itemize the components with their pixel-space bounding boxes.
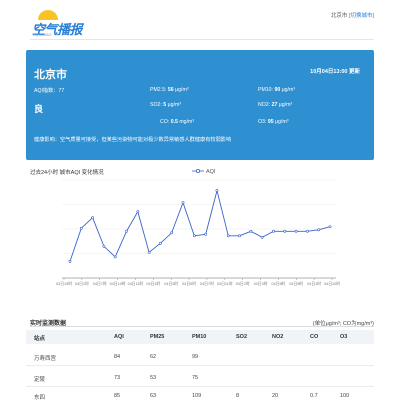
aqi-series-line xyxy=(69,190,331,262)
aqi-data-point[interactable] xyxy=(192,234,196,238)
aqi-data-point[interactable] xyxy=(68,260,72,263)
column-header[interactable]: O3 xyxy=(340,334,347,340)
update-time: 10月04日13:00 更新 xyxy=(310,69,360,75)
column-header[interactable]: PM25 xyxy=(150,334,164,340)
column-header[interactable]: PM10 xyxy=(192,334,206,340)
air-quality-level: 良 xyxy=(34,104,44,114)
co-value: CO: 0.5 mg/m³ xyxy=(160,119,195,125)
x-tick-label: 04日5时 xyxy=(271,281,285,286)
legend-marker xyxy=(195,168,200,173)
current-city: 北京市 xyxy=(330,13,348,19)
aqi-data-point[interactable] xyxy=(147,250,151,254)
city-switcher: 北京市 [切换城市] xyxy=(331,11,374,19)
site-logo[interactable]: 空气播报 KQ BOBAO xyxy=(30,10,83,40)
station-name: 东四 xyxy=(34,395,46,400)
table-title-divider xyxy=(30,326,374,327)
x-tick-label: 04日5时 xyxy=(182,281,196,286)
logo-subtext: KQ BOBAO xyxy=(33,33,52,37)
table-cell: 62 xyxy=(150,354,157,360)
aqi-data-point[interactable] xyxy=(113,255,117,259)
so2-value: SO2: 5 μg/m³ xyxy=(150,102,181,108)
header-divider xyxy=(30,39,374,40)
table-cell: 63 xyxy=(150,393,157,399)
row-divider xyxy=(26,365,374,366)
aqi-data-point[interactable] xyxy=(102,244,106,248)
aqi-summary-card: 北京市 10月04日13:00 更新 AQI指数：77 良 PM2.5: 56 … xyxy=(26,50,374,160)
aqi-data-point[interactable] xyxy=(305,229,309,233)
aqi-data-point[interactable] xyxy=(226,234,230,238)
aqi-data-point[interactable] xyxy=(294,229,298,233)
station-name: 定陵 xyxy=(34,377,46,383)
column-header[interactable]: AQI xyxy=(114,334,124,340)
legend-label[interactable]: AQI xyxy=(206,169,216,175)
pm10-value: PM10: 90 μg/m³ xyxy=(258,87,296,93)
aqi-data-point[interactable] xyxy=(283,229,287,233)
aqi-data-point[interactable] xyxy=(238,234,241,238)
aqi-data-point[interactable] xyxy=(260,235,264,239)
x-tick-label: 04日1时 xyxy=(146,281,160,286)
aqi-data-point[interactable] xyxy=(328,225,332,229)
aqi-data-point[interactable] xyxy=(181,201,185,205)
x-tick-label: 04日8时 xyxy=(289,281,303,286)
aqi-data-point[interactable] xyxy=(79,226,83,230)
x-tick-label: 04日10时 xyxy=(110,281,126,286)
aqi-data-point[interactable] xyxy=(317,228,321,232)
health-impact: 健康影响：空气质量可接受，但某些污染物可能对极少数异常敏感人群健康有较弱影响 xyxy=(34,137,232,143)
x-tick-label: 04日11时 xyxy=(128,281,144,286)
aqi-data-point[interactable] xyxy=(272,229,275,233)
aqi-data-point[interactable] xyxy=(136,210,140,214)
aqi-data-point[interactable] xyxy=(91,216,95,220)
x-tick-label: 04日3时 xyxy=(164,281,178,286)
x-tick-label: 04日2时 xyxy=(236,281,250,286)
aqi-data-point[interactable] xyxy=(215,189,219,192)
aqi-data-point[interactable] xyxy=(159,241,162,245)
aqi-data-point[interactable] xyxy=(125,229,128,233)
switch-city-link[interactable]: [切换城市] xyxy=(349,13,374,19)
table-cell: 0.7 xyxy=(310,393,318,399)
x-tick-label: 03日19时 xyxy=(56,281,72,286)
column-header[interactable]: NO2 xyxy=(272,334,283,340)
table-cell: 85 xyxy=(114,393,121,399)
column-header[interactable]: CO xyxy=(310,334,318,340)
card-city-name: 北京市 xyxy=(34,69,67,81)
x-tick-label: 04日11时 xyxy=(217,281,233,286)
aqi-data-point[interactable] xyxy=(204,232,208,236)
o3-value: O3: 95 μg/m³ xyxy=(258,119,289,125)
column-header[interactable]: SO2 xyxy=(236,334,247,340)
table-cell: 99 xyxy=(192,354,199,360)
table-cell: 84 xyxy=(114,354,121,360)
x-tick-label: 04日1时 xyxy=(75,281,89,286)
x-tick-label: 04日10时 xyxy=(324,281,340,286)
x-tick-label: 04日7时 xyxy=(200,281,214,286)
no2-value: NO2: 27 μg/m³ xyxy=(258,102,293,108)
x-tick-label: 04日3时 xyxy=(254,281,268,286)
pm25-value: PM2.5: 56 μg/m³ xyxy=(150,87,189,93)
table-cell: 100 xyxy=(340,393,350,399)
table-cell: 53 xyxy=(150,375,157,381)
table-cell: 20 xyxy=(272,393,279,399)
table-cell: 75 xyxy=(192,375,199,381)
table-cell: 109 xyxy=(192,393,202,399)
table-cell: 73 xyxy=(114,375,121,381)
station-name: 万寿西宫 xyxy=(34,356,57,362)
table-cell: 8 xyxy=(236,393,240,399)
aqi-index: AQI指数：77 xyxy=(34,88,65,94)
aqi-data-point[interactable] xyxy=(170,231,174,235)
x-tick-label: 04日7时 xyxy=(93,281,107,286)
aqi-trend-chart: AQI03日19时 04日1时 04日7时 04日10时 04日11时 04日1时 04日3… xyxy=(56,168,340,286)
aqi-data-point[interactable] xyxy=(249,229,253,233)
row-divider xyxy=(26,386,374,387)
column-header[interactable]: 站点 xyxy=(34,334,45,342)
x-tick-label: 04日1时 xyxy=(307,281,321,286)
